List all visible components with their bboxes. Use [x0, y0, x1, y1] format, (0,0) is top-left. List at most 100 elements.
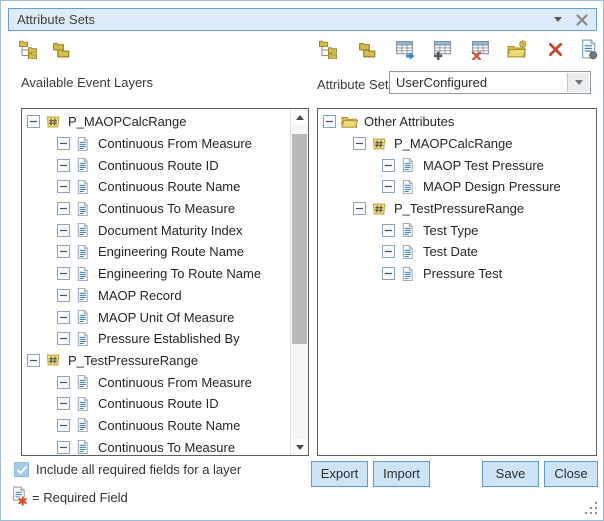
- tree-item[interactable]: Continuous To Measure: [22, 198, 291, 220]
- tree-item[interactable]: P_TestPressureRange: [318, 198, 596, 220]
- collapse-attribute-tree-icon[interactable]: [355, 38, 377, 60]
- tree-item[interactable]: Engineering Route Name: [22, 241, 291, 263]
- field-document-icon: [75, 222, 92, 238]
- field-document-icon: [400, 222, 417, 238]
- tree-item-label: Engineering To Route Name: [98, 266, 261, 281]
- expand-attribute-tree-icon[interactable]: [317, 38, 339, 60]
- scrollbar-thumb[interactable]: [292, 134, 307, 344]
- collapse-box-icon[interactable]: [382, 159, 395, 172]
- collapse-box-icon[interactable]: [57, 180, 70, 193]
- tree-item[interactable]: Pressure Test: [318, 263, 596, 285]
- attribute-set-dropdown-button[interactable]: [567, 73, 589, 92]
- tree-item[interactable]: MAOP Test Pressure: [318, 154, 596, 176]
- attribute-set-tree: Other AttributesP_MAOPCalcRange MAOP Test…: [318, 109, 596, 455]
- collapse-box-icon[interactable]: [57, 441, 70, 454]
- collapse-box-icon[interactable]: [57, 397, 70, 410]
- collapse-box-icon[interactable]: [57, 376, 70, 389]
- collapse-box-icon[interactable]: [323, 115, 336, 128]
- collapse-box-icon[interactable]: [57, 224, 70, 237]
- field-document-icon: [75, 439, 92, 455]
- collapse-box-icon[interactable]: [57, 267, 70, 280]
- tree-item[interactable]: Engineering To Route Name: [22, 263, 291, 285]
- tree-item-label: MAOP Record: [98, 288, 182, 303]
- field-document-icon: [75, 266, 92, 282]
- table-export-icon[interactable]: [393, 38, 415, 60]
- left-tree-scrollbar[interactable]: [290, 109, 308, 455]
- open-folder-icon: [341, 114, 358, 130]
- tree-item[interactable]: Continuous Route ID: [22, 393, 291, 415]
- collapse-box-icon[interactable]: [382, 180, 395, 193]
- tree-item[interactable]: Continuous From Measure: [22, 371, 291, 393]
- tree-item[interactable]: Other Attributes: [318, 111, 596, 133]
- attribute-set-combobox[interactable]: UserConfigured: [389, 71, 591, 94]
- tree-item-label: Continuous Route Name: [98, 418, 240, 433]
- event-layer-icon: [45, 352, 62, 368]
- collapse-box-icon[interactable]: [353, 202, 366, 215]
- tree-item[interactable]: P_MAOPCalcRange: [22, 111, 291, 133]
- table-add-icon[interactable]: [431, 38, 453, 60]
- tree-item[interactable]: MAOP Unit Of Measure: [22, 306, 291, 328]
- collapse-box-icon[interactable]: [57, 245, 70, 258]
- import-button[interactable]: Import: [373, 461, 430, 487]
- tree-item[interactable]: Continuous Route ID: [22, 154, 291, 176]
- dialog-close-icon[interactable]: [576, 14, 588, 26]
- tree-item-label: Engineering Route Name: [98, 244, 244, 259]
- collapse-box-icon[interactable]: [382, 245, 395, 258]
- collapse-box-icon[interactable]: [27, 115, 40, 128]
- scroll-up-button[interactable]: [291, 109, 308, 125]
- collapse-box-icon[interactable]: [353, 137, 366, 150]
- collapse-box-icon[interactable]: [57, 419, 70, 432]
- close-button[interactable]: Close: [544, 461, 598, 487]
- collapse-box-icon[interactable]: [27, 354, 40, 367]
- tree-item[interactable]: Pressure Established By: [22, 328, 291, 350]
- collapse-box-icon[interactable]: [57, 137, 70, 150]
- attribute-set-value: UserConfigured: [396, 75, 487, 90]
- dialog-title: Attribute Sets: [17, 12, 95, 27]
- tree-item[interactable]: MAOP Design Pressure: [318, 176, 596, 198]
- table-remove-icon[interactable]: [469, 38, 491, 60]
- tree-item-label: Continuous From Measure: [98, 136, 252, 151]
- save-button[interactable]: Save: [482, 461, 539, 487]
- tree-item-label: P_MAOPCalcRange: [68, 114, 187, 129]
- export-button[interactable]: Export: [311, 461, 368, 487]
- tree-item-label: Continuous Route ID: [98, 158, 219, 173]
- delete-x-icon[interactable]: [544, 38, 566, 60]
- field-document-icon: [75, 396, 92, 412]
- tree-item[interactable]: P_TestPressureRange: [22, 350, 291, 372]
- collapse-box-icon[interactable]: [382, 267, 395, 280]
- collapse-box-icon[interactable]: [57, 159, 70, 172]
- document-settings-icon[interactable]: [578, 38, 600, 60]
- tree-item[interactable]: Continuous From Measure: [22, 133, 291, 155]
- dialog-titlebar: Attribute Sets: [8, 8, 597, 31]
- folder-settings-icon[interactable]: [506, 38, 528, 60]
- event-layer-icon: [371, 136, 388, 152]
- collapse-box-icon[interactable]: [57, 311, 70, 324]
- tree-item[interactable]: Document Maturity Index: [22, 219, 291, 241]
- collapse-event-layers-icon[interactable]: [49, 38, 71, 60]
- collapse-box-icon[interactable]: [57, 289, 70, 302]
- event-layer-icon: [45, 114, 62, 130]
- scroll-down-button[interactable]: [291, 439, 308, 455]
- attribute-sets-dialog: Attribute Sets Available Event Layers At…: [0, 0, 604, 521]
- expand-event-layers-icon[interactable]: [17, 38, 39, 60]
- tree-item-label: Continuous Route ID: [98, 396, 219, 411]
- field-document-icon: [75, 136, 92, 152]
- include-required-fields-label: Include all required fields for a layer: [36, 462, 241, 477]
- collapse-box-icon[interactable]: [57, 332, 70, 345]
- tree-item[interactable]: Test Type: [318, 219, 596, 241]
- dialog-menu-caret-icon[interactable]: [554, 17, 562, 22]
- tree-item[interactable]: Test Date: [318, 241, 596, 263]
- tree-item-label: MAOP Test Pressure: [423, 158, 544, 173]
- collapse-box-icon[interactable]: [57, 202, 70, 215]
- tree-item[interactable]: Continuous Route Name: [22, 415, 291, 437]
- include-required-fields-checkbox[interactable]: [14, 462, 29, 477]
- collapse-box-icon[interactable]: [382, 224, 395, 237]
- chevron-down-icon: [575, 80, 583, 85]
- resize-grip[interactable]: [585, 502, 600, 517]
- tree-item[interactable]: MAOP Record: [22, 285, 291, 307]
- attribute-set-label: Attribute Set:: [317, 77, 392, 92]
- tree-item[interactable]: Continuous To Measure: [22, 436, 291, 455]
- tree-item[interactable]: P_MAOPCalcRange: [318, 133, 596, 155]
- tree-item[interactable]: Continuous Route Name: [22, 176, 291, 198]
- field-document-icon: [75, 201, 92, 217]
